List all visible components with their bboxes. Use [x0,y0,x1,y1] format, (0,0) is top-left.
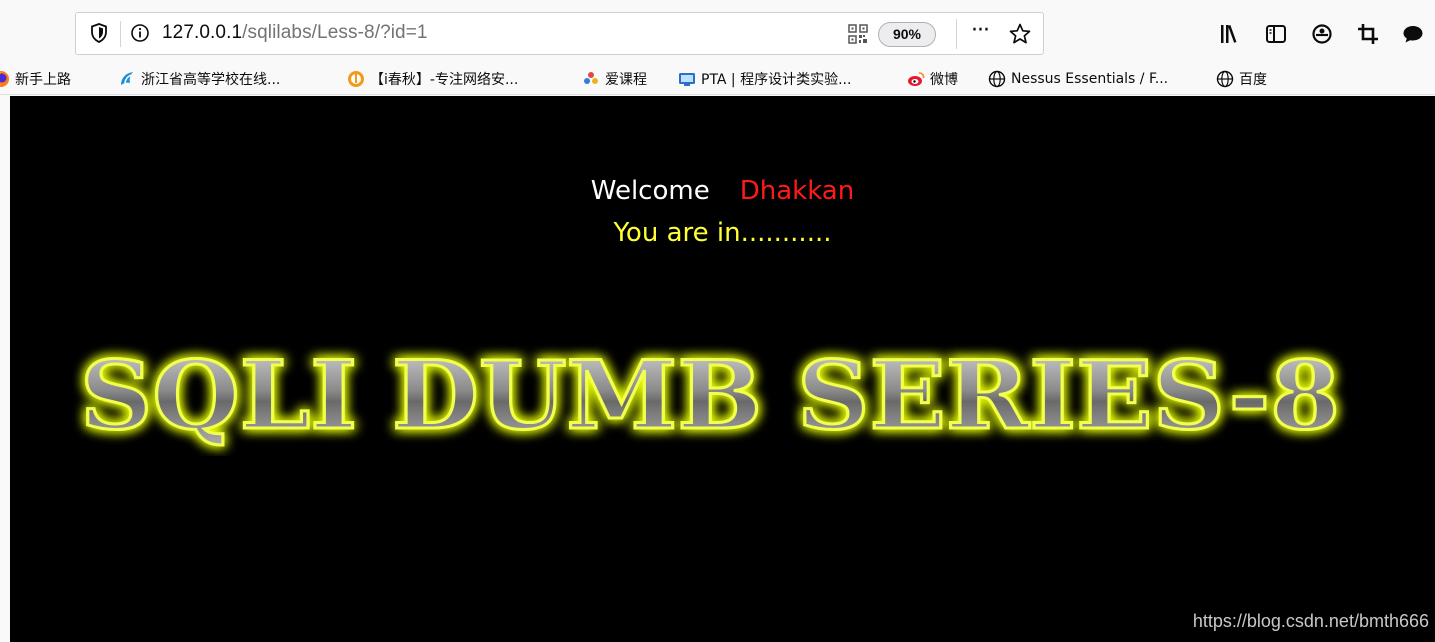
url-bar-separator [956,19,957,49]
course-icon [121,72,133,85]
account-icon[interactable] [1310,22,1334,46]
url-bar[interactable]: 127.0.0.1/sqlilabs/Less-8/?id=1 90% ··· [75,12,1044,55]
bookmark-item[interactable]: PTA | 程序设计类实验... [678,67,851,91]
window-edge [0,96,10,642]
bookmark-label: PTA | 程序设计类实验... [701,72,852,88]
browser-toolbar: 127.0.0.1/sqlilabs/Less-8/?id=1 90% ··· [0,0,1435,62]
bookmark-label: 百度 [1239,72,1267,88]
welcome-label: Welcome [590,176,710,206]
globe-icon [1216,70,1234,88]
url-host: 127.0.0.1 [162,22,243,43]
ichunqiu-icon [348,71,364,87]
bookmark-item[interactable]: 新手上路 [0,67,71,91]
bookmark-item[interactable]: 微博 [907,67,958,91]
bookmarks-toolbar: 新手上路 浙江省高等学校在线... 【i春秋】-专注网络安... 爱课程 PTA… [0,62,1435,95]
site-info-icon[interactable] [130,23,150,43]
username: Dhakkan [739,176,855,206]
zoom-level-button[interactable]: 90% [878,22,936,47]
bookmark-item[interactable]: Nessus Essentials / F... [988,67,1168,91]
qr-code-icon[interactable] [848,24,868,44]
bookmark-label: 【i春秋】-专注网络安... [370,72,519,88]
url-path: /sqlilabs/Less-8/?id=1 [242,22,428,43]
chat-bubble-icon[interactable] [1401,22,1425,46]
globe-icon [988,70,1006,88]
url-text[interactable]: 127.0.0.1/sqlilabs/Less-8/?id=1 [162,22,428,44]
url-bar-separator [120,21,121,47]
page-content: Welcome Dhakkan You are in........... SQL… [10,96,1435,642]
welcome-line: Welcome Dhakkan [10,176,1435,206]
bookmark-label: 浙江省高等学校在线... [141,72,281,88]
sqli-dumb-series-banner: SQLI DUMB SERIES-8 [79,340,1342,453]
bookmark-star-icon[interactable] [1008,22,1032,46]
icourse-icon [584,72,598,84]
bookmark-item[interactable]: 【i春秋】-专注网络安... [347,67,518,91]
page-actions-menu-icon[interactable]: ··· [971,20,999,48]
weibo-icon [908,72,925,86]
bookmark-label: 爱课程 [605,72,647,88]
screenshot-crop-icon[interactable] [1356,22,1380,46]
library-icon[interactable] [1218,22,1242,46]
bookmark-label: Nessus Essentials / F... [1011,71,1169,87]
bookmark-label: 微博 [930,72,958,88]
bookmark-item[interactable]: 爱课程 [582,67,647,91]
bookmark-label: 新手上路 [15,72,71,88]
sidebar-icon[interactable] [1264,22,1288,46]
watermark: https://blog.csdn.net/bmth666 [1192,611,1429,631]
firefox-icon [0,71,9,87]
tracking-protection-shield-icon[interactable] [90,23,108,43]
pta-icon [679,73,695,86]
bookmark-item[interactable]: 百度 [1216,67,1267,91]
banner-text: SQLI DUMB SERIES-8 [80,341,1340,451]
bookmark-item[interactable]: 浙江省高等学校在线... [118,67,280,91]
login-status: You are in........... [613,218,832,248]
